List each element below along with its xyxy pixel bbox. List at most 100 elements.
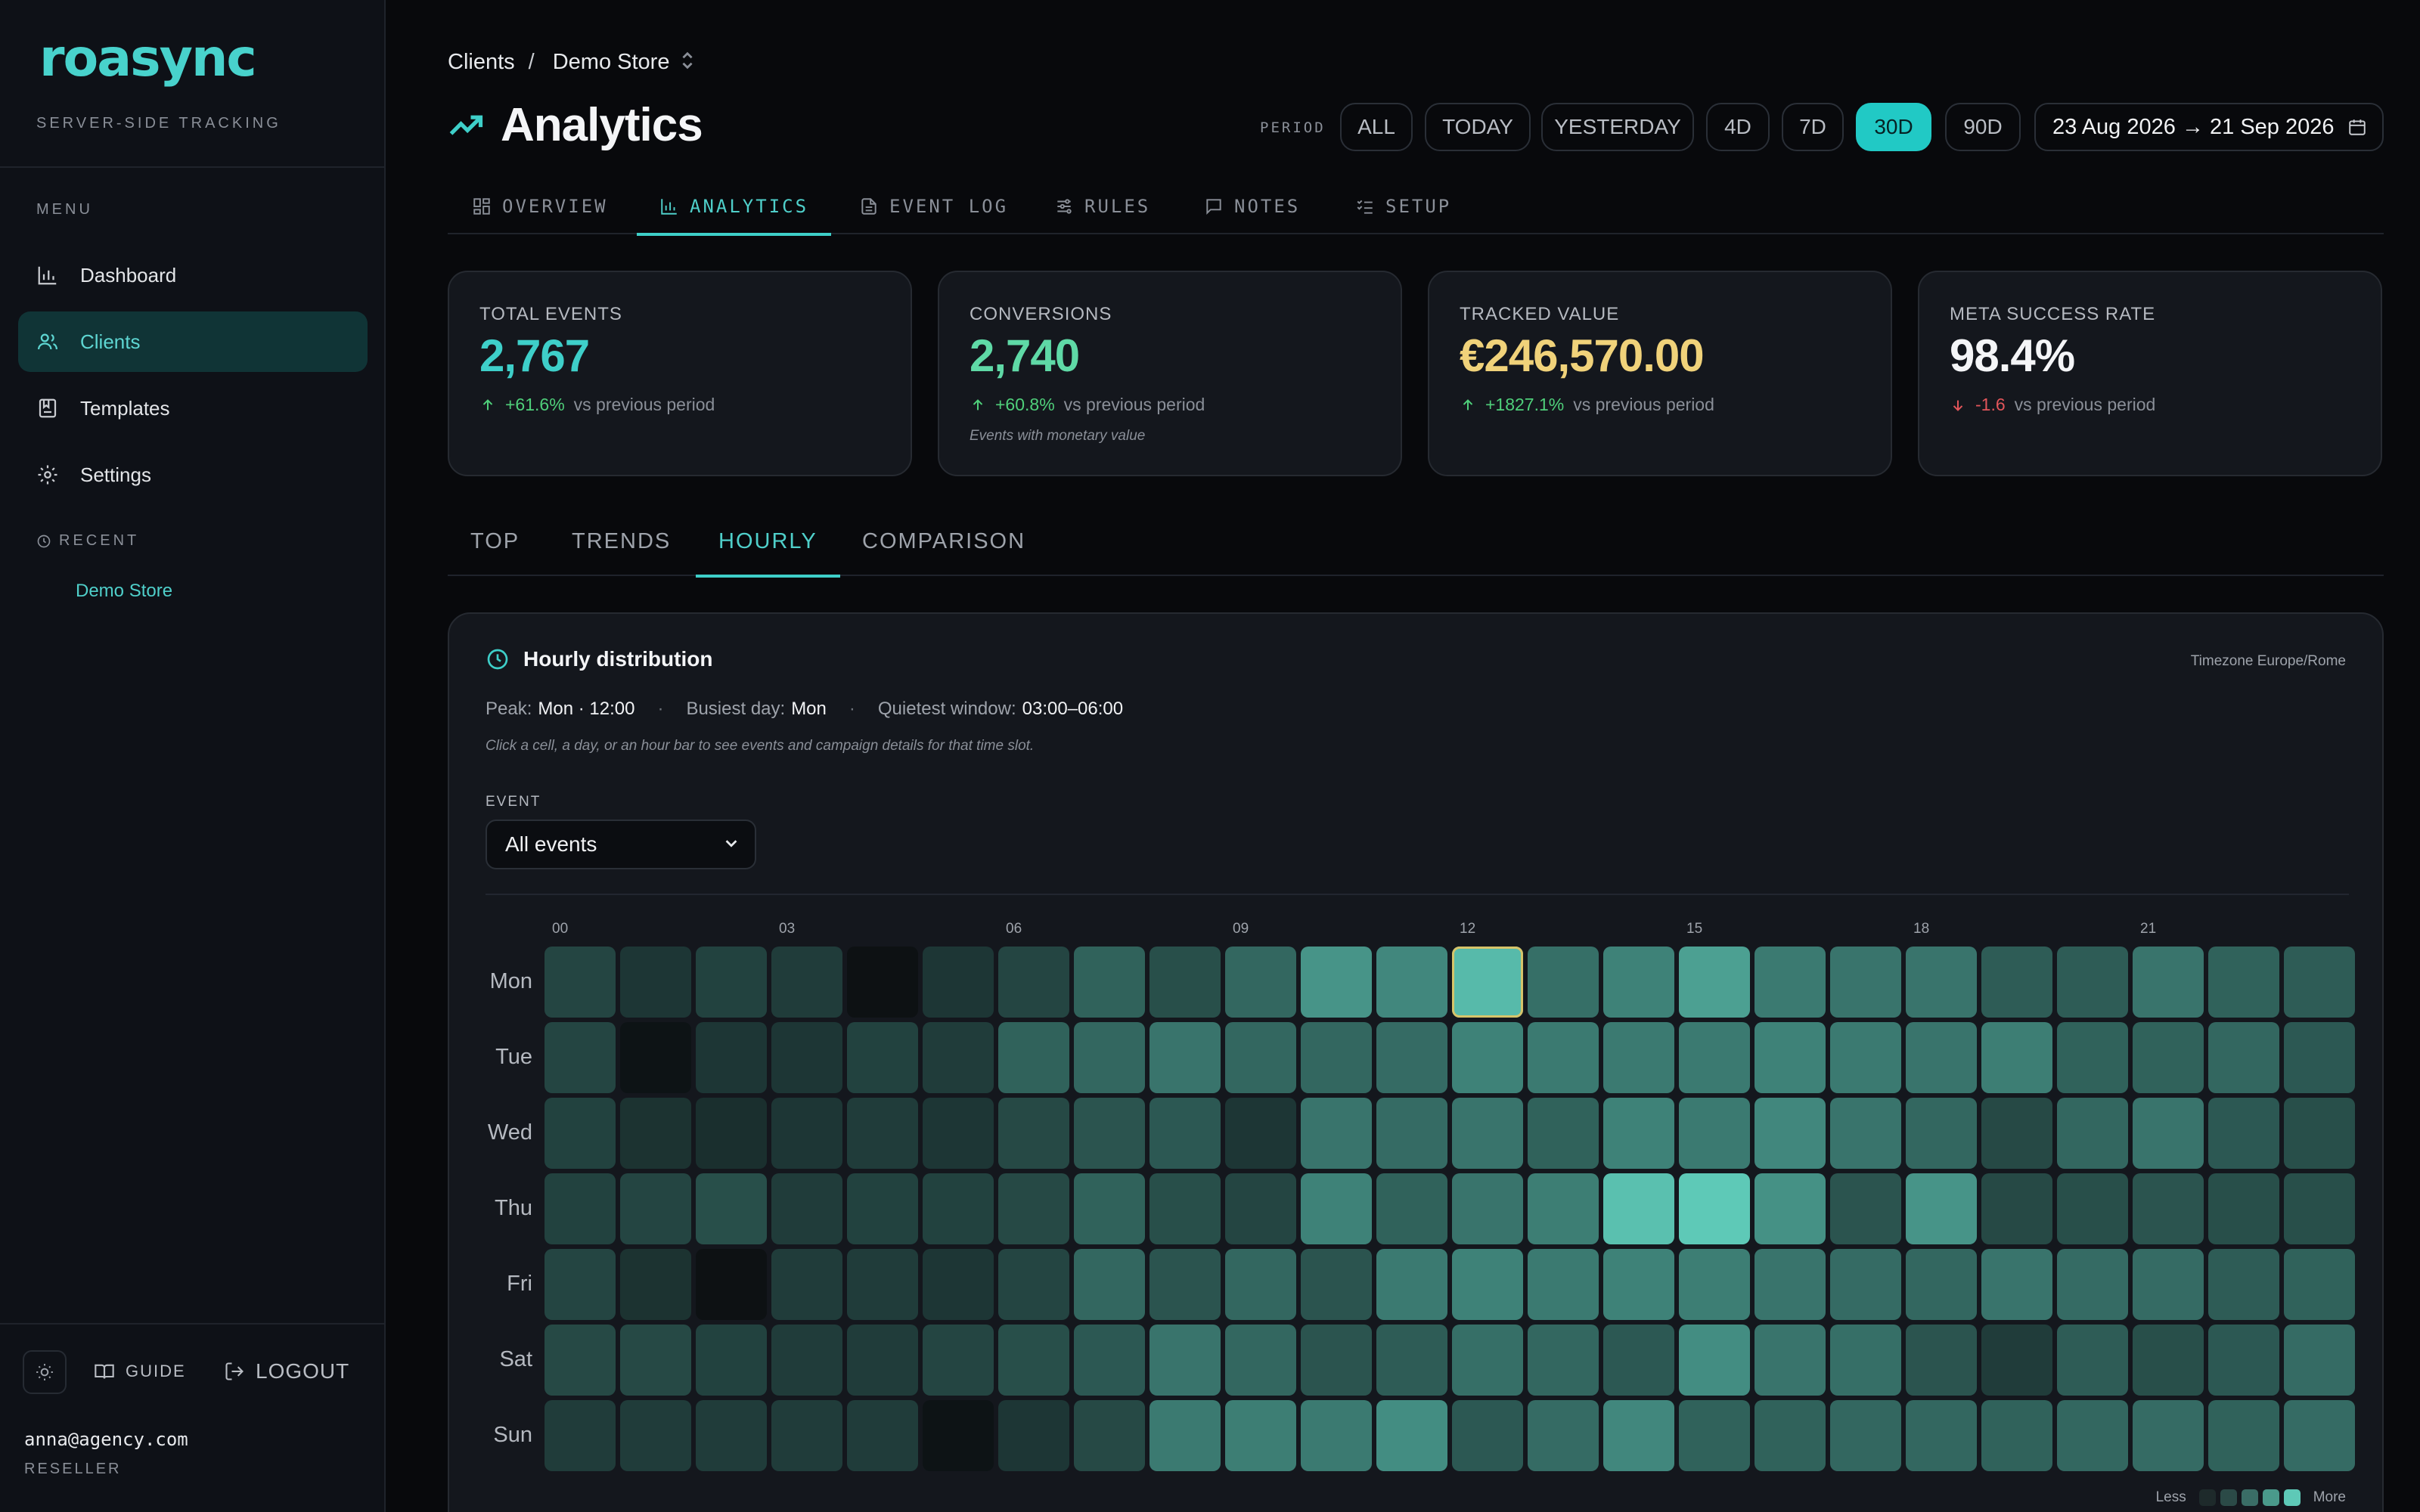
heatmap-cell[interactable] bbox=[847, 1022, 918, 1093]
heatmap-cell[interactable] bbox=[1452, 1249, 1523, 1320]
heatmap-cell[interactable] bbox=[1301, 1098, 1372, 1169]
heatmap-cell[interactable] bbox=[696, 1022, 767, 1093]
heatmap-cell[interactable] bbox=[998, 1249, 1069, 1320]
heatmap-cell[interactable] bbox=[1906, 1098, 1977, 1169]
heatmap-cell[interactable] bbox=[2057, 1400, 2128, 1471]
heatmap-cell[interactable] bbox=[1452, 1173, 1523, 1244]
heatmap-cell[interactable] bbox=[2284, 1098, 2355, 1169]
heatmap-cell[interactable] bbox=[998, 947, 1069, 1018]
heatmap-cell[interactable] bbox=[1603, 1400, 1674, 1471]
period-all-button[interactable]: ALL bbox=[1340, 103, 1413, 151]
heatmap-cell[interactable] bbox=[1754, 1022, 1826, 1093]
heatmap-cell[interactable] bbox=[696, 1249, 767, 1320]
heatmap-cell[interactable] bbox=[1679, 1325, 1750, 1396]
heatmap-cell[interactable] bbox=[1150, 1325, 1221, 1396]
heatmap-cell[interactable] bbox=[1981, 1022, 2052, 1093]
heatmap-cell[interactable] bbox=[1225, 1022, 1296, 1093]
heatmap-cell[interactable] bbox=[1679, 1249, 1750, 1320]
heatmap-cell[interactable] bbox=[1074, 1325, 1145, 1396]
heatmap-cell[interactable] bbox=[1452, 1400, 1523, 1471]
heatmap-cell[interactable] bbox=[1830, 1400, 1901, 1471]
heatmap-cell[interactable] bbox=[1603, 1249, 1674, 1320]
heatmap-cell[interactable] bbox=[771, 1325, 842, 1396]
heatmap-cell[interactable] bbox=[2208, 1098, 2279, 1169]
heatmap-cell[interactable] bbox=[923, 1173, 994, 1244]
heatmap-cell[interactable] bbox=[1074, 1400, 1145, 1471]
heatmap-cell[interactable] bbox=[620, 1400, 691, 1471]
theme-toggle-button[interactable] bbox=[23, 1350, 67, 1394]
heatmap-cell[interactable] bbox=[1150, 1249, 1221, 1320]
heatmap-cell[interactable] bbox=[1452, 1022, 1523, 1093]
heatmap-cell[interactable] bbox=[1603, 1173, 1674, 1244]
heatmap-cell[interactable] bbox=[1452, 1325, 1523, 1396]
heatmap-cell[interactable] bbox=[923, 1022, 994, 1093]
heatmap-cell[interactable] bbox=[1452, 947, 1523, 1018]
heatmap-cell[interactable] bbox=[771, 947, 842, 1018]
heatmap-cell[interactable] bbox=[923, 1400, 994, 1471]
day-label[interactable]: Wed bbox=[449, 1120, 532, 1145]
heatmap-cell[interactable] bbox=[1528, 1173, 1599, 1244]
date-range-picker[interactable]: 23 Aug 2026 → 21 Sep 2026 bbox=[2034, 103, 2384, 151]
heatmap-cell[interactable] bbox=[2284, 1325, 2355, 1396]
sidebar-item-templates[interactable]: Templates bbox=[18, 378, 368, 438]
heatmap-cell[interactable] bbox=[2057, 947, 2128, 1018]
heatmap-cell[interactable] bbox=[998, 1400, 1069, 1471]
hour-tick-label[interactable]: 21 bbox=[2140, 921, 2156, 937]
heatmap-cell[interactable] bbox=[620, 947, 691, 1018]
heatmap-cell[interactable] bbox=[1150, 947, 1221, 1018]
hour-tick-label[interactable]: 00 bbox=[552, 921, 568, 937]
heatmap-cell[interactable] bbox=[1603, 947, 1674, 1018]
heatmap-cell[interactable] bbox=[1603, 1325, 1674, 1396]
heatmap-cell[interactable] bbox=[1981, 1173, 2052, 1244]
event-filter-select[interactable]: All events bbox=[486, 820, 756, 869]
hour-tick-label[interactable]: 18 bbox=[1913, 921, 1929, 937]
heatmap-cell[interactable] bbox=[1679, 1098, 1750, 1169]
heatmap-cell[interactable] bbox=[1074, 1173, 1145, 1244]
heatmap-cell[interactable] bbox=[1376, 1325, 1447, 1396]
tab-analytics[interactable]: ANALYTICS bbox=[636, 178, 832, 236]
heatmap-cell[interactable] bbox=[1906, 1400, 1977, 1471]
heatmap-cell[interactable] bbox=[2208, 1325, 2279, 1396]
period-4d-button[interactable]: 4D bbox=[1706, 103, 1770, 151]
heatmap-cell[interactable] bbox=[544, 1022, 616, 1093]
tab-rules[interactable]: RULES bbox=[1054, 178, 1150, 234]
heatmap-cell[interactable] bbox=[1376, 1098, 1447, 1169]
heatmap-cell[interactable] bbox=[1906, 947, 1977, 1018]
heatmap-cell[interactable] bbox=[1981, 1400, 2052, 1471]
breadcrumb-root[interactable]: Clients bbox=[448, 50, 515, 75]
heatmap-cell[interactable] bbox=[2284, 1173, 2355, 1244]
heatmap-cell[interactable] bbox=[847, 1400, 918, 1471]
heatmap-cell[interactable] bbox=[2057, 1325, 2128, 1396]
period-today-button[interactable]: TODAY bbox=[1425, 103, 1531, 151]
subtab-trends[interactable]: TRENDS bbox=[572, 529, 671, 554]
heatmap-cell[interactable] bbox=[2133, 1400, 2204, 1471]
heatmap-cell[interactable] bbox=[544, 1400, 616, 1471]
heatmap-cell[interactable] bbox=[2133, 1098, 2204, 1169]
heatmap-cell[interactable] bbox=[1301, 1249, 1372, 1320]
heatmap-cell[interactable] bbox=[2284, 1249, 2355, 1320]
heatmap-cell[interactable] bbox=[1528, 1022, 1599, 1093]
recent-item-demo-store[interactable]: Demo Store bbox=[76, 581, 172, 602]
hour-tick-label[interactable]: 03 bbox=[779, 921, 795, 937]
sidebar-item-dashboard[interactable]: Dashboard bbox=[18, 245, 368, 305]
heatmap-cell[interactable] bbox=[771, 1400, 842, 1471]
heatmap-cell[interactable] bbox=[1679, 1173, 1750, 1244]
heatmap-cell[interactable] bbox=[1754, 947, 1826, 1018]
hour-tick-label[interactable]: 12 bbox=[1460, 921, 1475, 937]
heatmap-cell[interactable] bbox=[1981, 1098, 2052, 1169]
heatmap-cell[interactable] bbox=[544, 1098, 616, 1169]
heatmap-cell[interactable] bbox=[1452, 1098, 1523, 1169]
heatmap-cell[interactable] bbox=[1906, 1173, 1977, 1244]
heatmap-cell[interactable] bbox=[696, 1400, 767, 1471]
heatmap-cell[interactable] bbox=[1754, 1249, 1826, 1320]
heatmap-cell[interactable] bbox=[1376, 1173, 1447, 1244]
heatmap-cell[interactable] bbox=[1603, 1022, 1674, 1093]
heatmap-cell[interactable] bbox=[1150, 1400, 1221, 1471]
heatmap-cell[interactable] bbox=[1830, 947, 1901, 1018]
heatmap-cell[interactable] bbox=[998, 1325, 1069, 1396]
heatmap-cell[interactable] bbox=[2208, 947, 2279, 1018]
heatmap-cell[interactable] bbox=[1301, 1325, 1372, 1396]
heatmap-cell[interactable] bbox=[923, 1098, 994, 1169]
heatmap-cell[interactable] bbox=[1679, 1400, 1750, 1471]
heatmap-cell[interactable] bbox=[1376, 1400, 1447, 1471]
